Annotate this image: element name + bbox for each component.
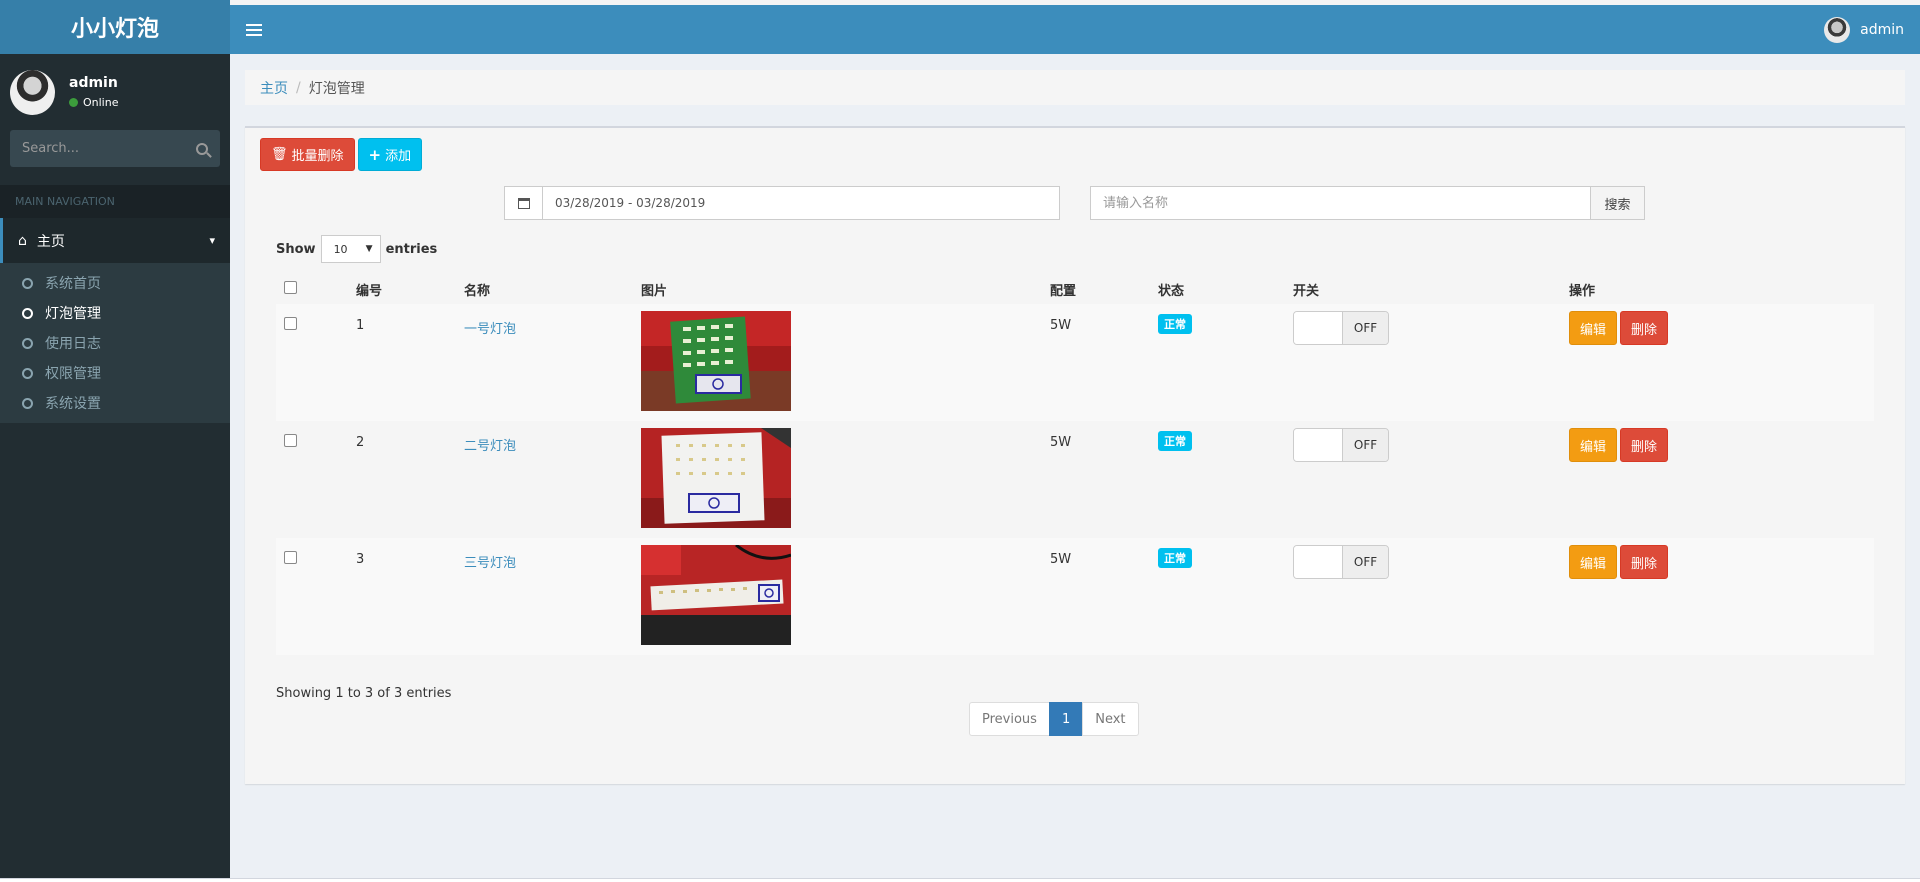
- header-user-menu[interactable]: admin: [1824, 16, 1904, 43]
- status-badge: 正常: [1158, 314, 1192, 334]
- bulb-table: 编号 名称 图片 配置 状态 开关 操作 1 一号灯泡 5W 正常 OFF 编辑…: [276, 274, 1874, 655]
- sidebar-avatar: [10, 69, 55, 115]
- circle-icon: [22, 367, 33, 379]
- top-navbar: admin: [230, 5, 1920, 54]
- sidebar-submenu: 系统首页 灯泡管理 使用日志 权限管理 系统设置: [0, 263, 230, 423]
- row-id: 1: [356, 318, 365, 333]
- menu-toggle-icon[interactable]: [246, 23, 262, 36]
- power-toggle[interactable]: OFF: [1293, 428, 1389, 462]
- sidebar-item-system-settings[interactable]: 系统设置: [0, 388, 230, 418]
- col-header-image[interactable]: 图片: [641, 280, 1050, 299]
- breadcrumb: 主页 / 灯泡管理: [245, 70, 1905, 105]
- row-name-link[interactable]: 一号灯泡: [464, 322, 516, 337]
- table-info: Showing 1 to 3 of 3 entries: [276, 686, 452, 701]
- row-name-link[interactable]: 二号灯泡: [464, 439, 516, 454]
- row-checkbox[interactable]: [284, 317, 297, 330]
- sidebar: admin Online MAIN NAVIGATION ⌂ 主页 ▾ 系统首页…: [0, 54, 230, 882]
- circle-icon: [22, 277, 33, 289]
- breadcrumb-home-link[interactable]: 主页: [260, 78, 288, 98]
- page-1-button[interactable]: 1: [1048, 702, 1084, 736]
- home-icon: ⌂: [18, 232, 27, 249]
- trash-icon: 🗑: [271, 147, 288, 162]
- sidebar-item-label: 主页: [36, 233, 65, 250]
- sidebar-item-usage-log[interactable]: 使用日志: [0, 328, 230, 358]
- date-range-group: [504, 186, 1060, 220]
- page-size-control: Show 10 ▼ entries: [276, 235, 437, 263]
- row-checkbox[interactable]: [284, 434, 297, 447]
- row-id: 2: [356, 435, 365, 450]
- main-box: 🗑 批量删除 + 添加 搜索 Show 10 ▼ entries: [245, 126, 1905, 784]
- header-avatar: [1824, 16, 1851, 43]
- bulb-image: [641, 428, 791, 528]
- row-config: 5W: [1050, 318, 1072, 333]
- circle-icon: [22, 397, 33, 409]
- row-checkbox[interactable]: [284, 551, 297, 564]
- breadcrumb-current: 灯泡管理: [308, 80, 365, 97]
- previous-page-button[interactable]: Previous: [969, 702, 1050, 736]
- user-panel: admin Online: [0, 54, 230, 130]
- col-header-name[interactable]: 名称: [464, 280, 641, 299]
- caret-down-icon: ▼: [365, 244, 373, 254]
- circle-icon: [22, 307, 33, 319]
- footer-divider: [0, 878, 1920, 882]
- content-area: 主页 / 灯泡管理 🗑 批量删除 + 添加 搜索 Show 10: [230, 54, 1920, 882]
- status-badge: 正常: [1158, 548, 1192, 568]
- delete-button[interactable]: 删除: [1620, 311, 1669, 345]
- bulb-image: [641, 545, 791, 645]
- sidebar-search-input[interactable]: [22, 141, 172, 156]
- status-dot-icon: [69, 98, 78, 107]
- sidebar-item-system-home[interactable]: 系统首页: [0, 268, 230, 298]
- table-row: 2 二号灯泡 5W 正常 OFF 编辑 删除: [276, 421, 1874, 538]
- sidebar-search: [10, 130, 220, 167]
- edit-button[interactable]: 编辑: [1569, 428, 1618, 462]
- edit-button[interactable]: 编辑: [1569, 545, 1618, 579]
- page-size-select[interactable]: 10 ▼: [320, 235, 381, 263]
- row-config: 5W: [1050, 435, 1072, 450]
- bulb-image: [641, 311, 791, 411]
- search-icon[interactable]: [196, 142, 208, 155]
- col-header-status[interactable]: 状态: [1158, 280, 1293, 299]
- delete-button[interactable]: 删除: [1620, 428, 1669, 462]
- delete-button[interactable]: 删除: [1620, 545, 1669, 579]
- app-logo[interactable]: 小小灯泡: [0, 0, 230, 54]
- table-row: 3 三号灯泡 5W 正常 OFF 编辑 删除: [276, 538, 1874, 655]
- plus-icon: +: [368, 145, 382, 164]
- col-header-actions: 操作: [1569, 283, 1596, 299]
- search-button[interactable]: 搜索: [1591, 186, 1645, 220]
- row-name-link[interactable]: 三号灯泡: [464, 556, 516, 571]
- power-toggle[interactable]: OFF: [1293, 311, 1389, 345]
- name-search-group: 搜索: [1090, 186, 1645, 220]
- row-id: 3: [356, 552, 365, 567]
- status-badge: 正常: [1158, 431, 1192, 451]
- pagination: Previous 1 Next: [969, 702, 1139, 736]
- name-search-input[interactable]: [1090, 186, 1591, 220]
- sidebar-item-bulb-management[interactable]: 灯泡管理: [0, 298, 230, 328]
- sidebar-user-name: admin: [69, 75, 118, 91]
- nav-header: MAIN NAVIGATION: [0, 185, 230, 218]
- date-range-input[interactable]: [543, 187, 1059, 219]
- sidebar-item-home[interactable]: ⌂ 主页 ▾: [0, 218, 230, 263]
- calendar-icon[interactable]: [505, 187, 543, 219]
- online-status: Online: [69, 96, 118, 109]
- batch-delete-button[interactable]: 🗑 批量删除: [260, 138, 355, 171]
- edit-button[interactable]: 编辑: [1569, 311, 1618, 345]
- sidebar-item-permissions[interactable]: 权限管理: [0, 358, 230, 388]
- table-row: 1 一号灯泡 5W 正常 OFF 编辑 删除: [276, 304, 1874, 421]
- select-all-checkbox[interactable]: [284, 280, 297, 294]
- header-user-name: admin: [1860, 21, 1904, 38]
- col-header-config[interactable]: 配置: [1050, 280, 1158, 299]
- row-config: 5W: [1050, 552, 1072, 567]
- add-button[interactable]: + 添加: [357, 138, 423, 171]
- next-page-button[interactable]: Next: [1082, 702, 1139, 736]
- chevron-down-icon: ▾: [209, 234, 215, 247]
- col-header-switch[interactable]: 开关: [1293, 280, 1569, 299]
- power-toggle[interactable]: OFF: [1293, 545, 1389, 579]
- circle-icon: [22, 337, 33, 349]
- col-header-id[interactable]: 编号: [356, 280, 464, 299]
- table-header: 编号 名称 图片 配置 状态 开关 操作: [276, 274, 1874, 304]
